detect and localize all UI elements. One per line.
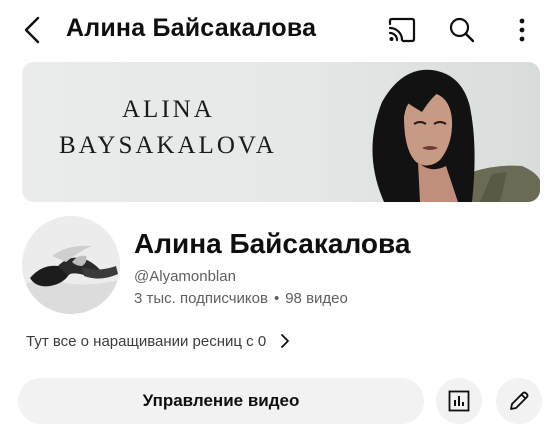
edit-channel-button[interactable] bbox=[496, 378, 542, 424]
avatar-image bbox=[22, 216, 120, 314]
manage-videos-label: Управление видео bbox=[142, 391, 300, 410]
pencil-icon bbox=[510, 391, 529, 410]
channel-name: Алина Байсакалова bbox=[134, 228, 411, 259]
analytics-icon bbox=[448, 390, 470, 412]
cast-icon bbox=[388, 17, 416, 43]
back-button[interactable] bbox=[14, 12, 50, 48]
channel-description-link[interactable]: Тут все о наращивании ресниц с 0 bbox=[26, 330, 290, 352]
banner-photo-image bbox=[322, 62, 540, 202]
channel-stats: 3 тыс. подписчиков • 98 видео bbox=[134, 290, 348, 307]
cast-button[interactable] bbox=[384, 12, 420, 48]
channel-avatar[interactable] bbox=[22, 216, 120, 314]
banner-text-line2: BAYSAKALOVA bbox=[59, 132, 277, 159]
banner-text-line1: ALINA bbox=[122, 96, 215, 123]
channel-description: Тут все о наращивании ресниц с 0 bbox=[26, 332, 267, 350]
chevron-right-icon bbox=[280, 333, 290, 349]
channel-banner: ALINA BAYSAKALOVA bbox=[22, 62, 540, 202]
manage-videos-button[interactable]: Управление видео bbox=[18, 378, 424, 424]
video-count: 98 видео bbox=[285, 290, 348, 307]
subscriber-count: 3 тыс. подписчиков bbox=[134, 290, 268, 307]
search-icon bbox=[449, 17, 475, 43]
page-title: Алина Байсакалова bbox=[66, 14, 317, 42]
back-arrow-icon bbox=[24, 16, 40, 44]
more-options-button[interactable] bbox=[504, 12, 540, 48]
top-app-bar: Алина Байсакалова bbox=[0, 0, 560, 62]
analytics-button[interactable] bbox=[436, 378, 482, 424]
channel-handle: @Alyamonblan bbox=[134, 268, 236, 285]
more-vertical-icon bbox=[519, 18, 525, 42]
search-button[interactable] bbox=[444, 12, 480, 48]
stats-separator: • bbox=[273, 290, 280, 307]
